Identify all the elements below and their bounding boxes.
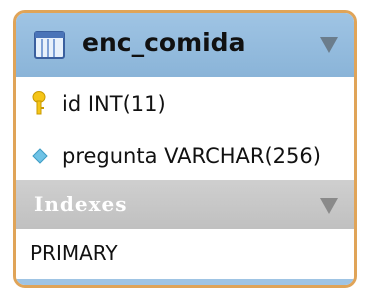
column-label: pregunta VARCHAR(256) bbox=[62, 144, 321, 168]
table-entity[interactable]: enc_comida id INT(11) pregunta VARCHAR(2… bbox=[13, 10, 357, 288]
table-header[interactable]: enc_comida bbox=[16, 13, 354, 77]
primary-key-icon bbox=[32, 91, 46, 115]
index-list: PRIMARY bbox=[16, 229, 354, 279]
column-list: id INT(11) pregunta VARCHAR(256) bbox=[16, 77, 354, 180]
column-row-id[interactable]: id INT(11) bbox=[16, 79, 354, 129]
collapse-arrow-icon[interactable] bbox=[320, 198, 338, 214]
table-icon bbox=[34, 31, 65, 59]
column-row-pregunta[interactable]: pregunta VARCHAR(256) bbox=[16, 131, 354, 181]
index-item-primary[interactable]: PRIMARY bbox=[30, 241, 118, 265]
table-footer bbox=[16, 279, 354, 285]
indexes-title: Indexes bbox=[34, 192, 128, 216]
column-label: id INT(11) bbox=[62, 92, 166, 116]
indexes-header[interactable]: Indexes bbox=[16, 180, 354, 229]
table-name: enc_comida bbox=[82, 28, 246, 57]
collapse-arrow-icon[interactable] bbox=[320, 37, 338, 53]
column-diamond-icon bbox=[32, 148, 48, 164]
